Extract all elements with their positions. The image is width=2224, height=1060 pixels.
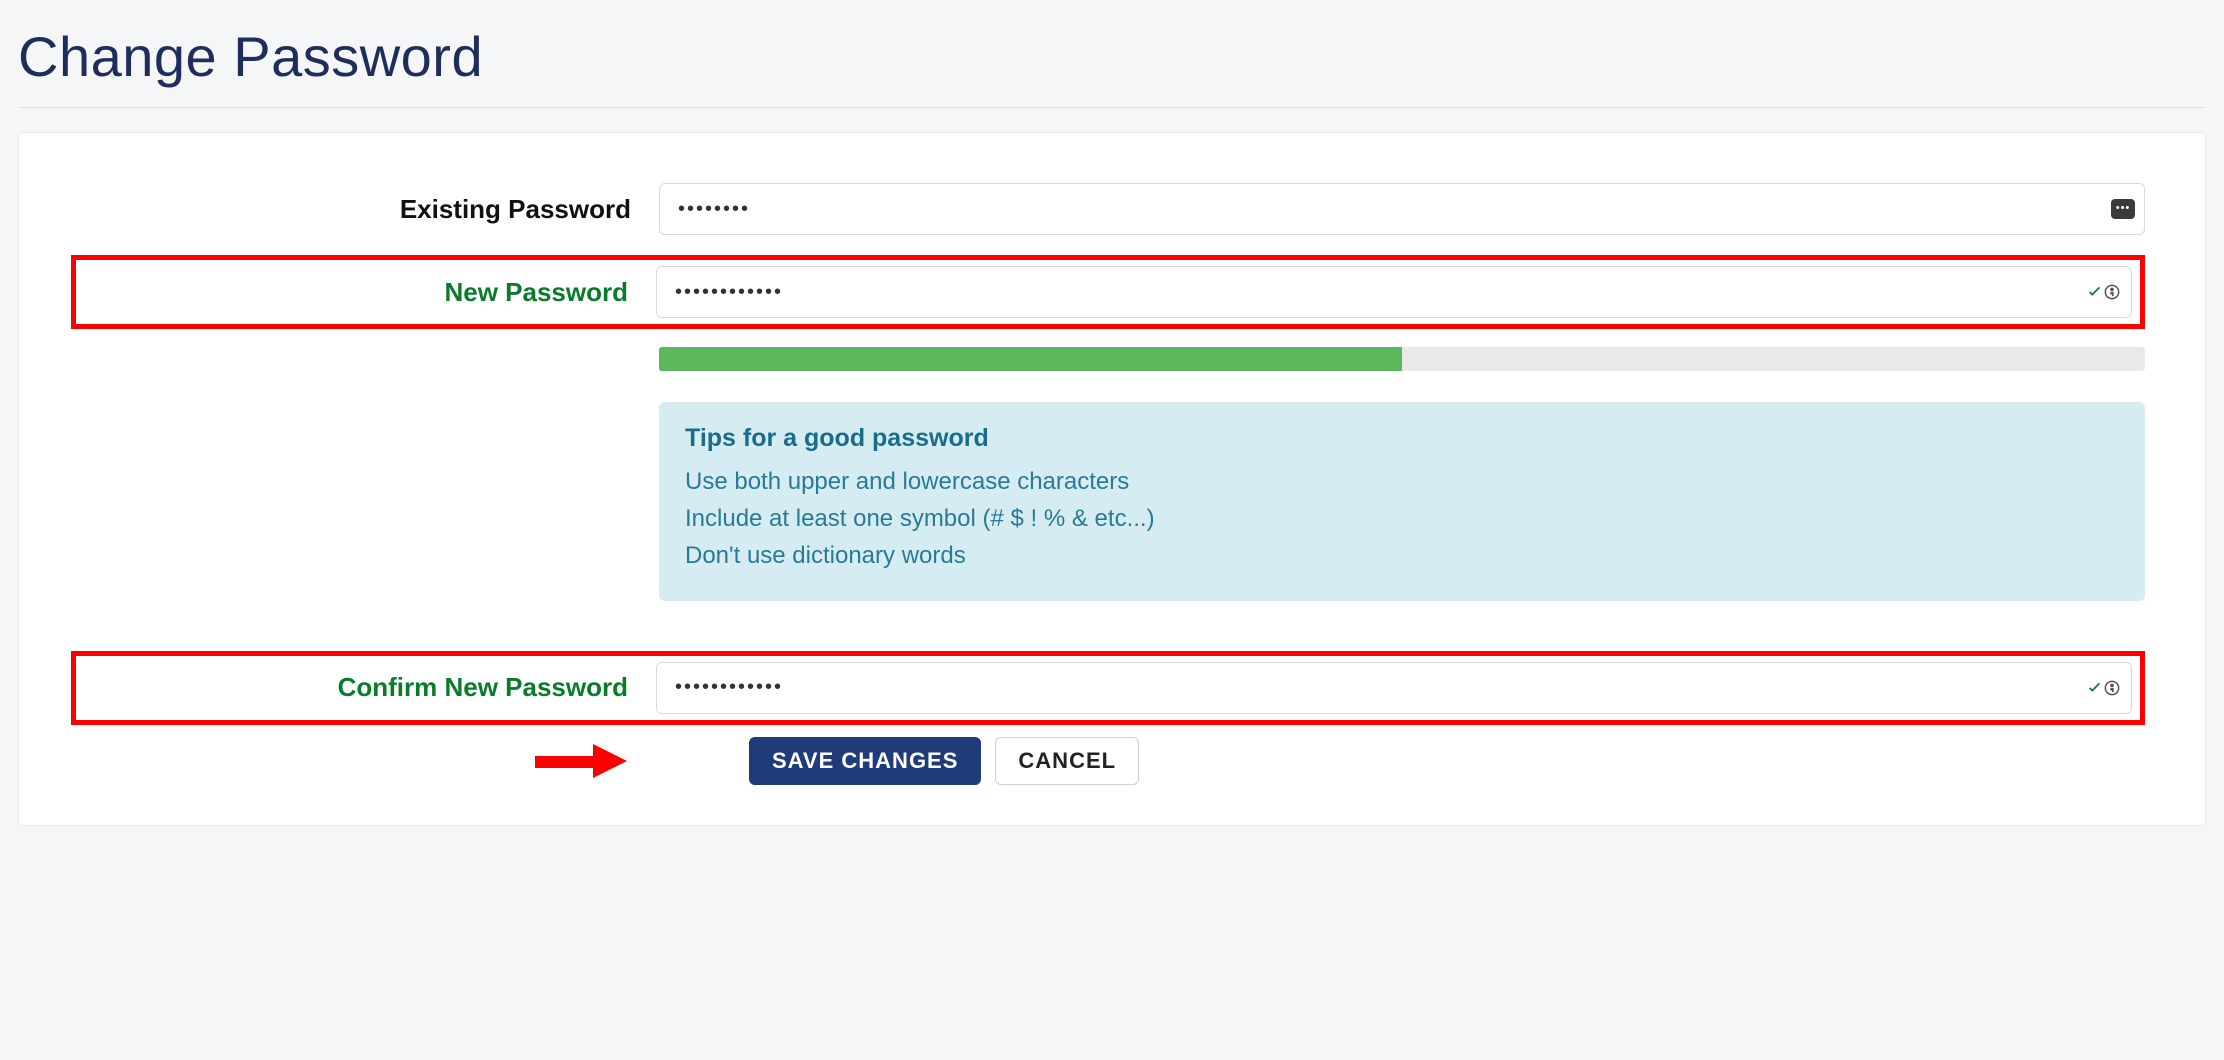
existing-password-input[interactable] [659, 183, 2145, 235]
new-password-suffix [2084, 281, 2122, 303]
keychain-icon[interactable] [2102, 282, 2122, 302]
tips-title: Tips for a good password [685, 424, 2119, 453]
new-password-input[interactable] [656, 266, 2132, 318]
confirm-password-suffix [2084, 677, 2122, 699]
confirm-password-input[interactable] [656, 662, 2132, 714]
password-strength-bar [659, 347, 2145, 371]
confirm-password-row: Confirm New Password [71, 651, 2145, 725]
tips-row: . Tips for a good password Use both uppe… [79, 402, 2145, 601]
confirm-password-cell [656, 662, 2132, 714]
tips-box: Tips for a good password Use both upper … [659, 402, 2145, 601]
new-password-label: New Password [76, 277, 656, 308]
cancel-button[interactable]: CANCEL [995, 737, 1139, 785]
strength-row: . [79, 347, 2145, 378]
password-manager-icon[interactable]: ••• [2111, 199, 2135, 219]
tips-line-1: Use both upper and lowercase characters [685, 463, 2119, 500]
password-strength-fill [659, 347, 1402, 371]
existing-password-cell: ••• [659, 183, 2145, 235]
existing-password-suffix: ••• [2111, 199, 2135, 219]
actions: SAVE CHANGES CANCEL [659, 737, 2145, 785]
form-panel: Existing Password ••• New Password [18, 132, 2206, 826]
action-row: SAVE CHANGES CANCEL [79, 737, 2145, 785]
arrow-right-icon [535, 744, 631, 778]
confirm-password-label: Confirm New Password [76, 672, 656, 703]
new-password-cell [656, 266, 2132, 318]
existing-password-label: Existing Password [79, 194, 659, 225]
existing-password-row: Existing Password ••• [79, 183, 2145, 235]
page: Change Password Existing Password ••• Ne… [0, 0, 2224, 866]
tips-line-2: Include at least one symbol (# $ ! % & e… [685, 500, 2119, 537]
keychain-icon[interactable] [2102, 678, 2122, 698]
save-changes-button[interactable]: SAVE CHANGES [749, 737, 981, 785]
page-title: Change Password [18, 0, 2206, 108]
tips-line-3: Don't use dictionary words [685, 537, 2119, 574]
action-arrow-cell [79, 744, 659, 778]
new-password-row: New Password [71, 255, 2145, 329]
